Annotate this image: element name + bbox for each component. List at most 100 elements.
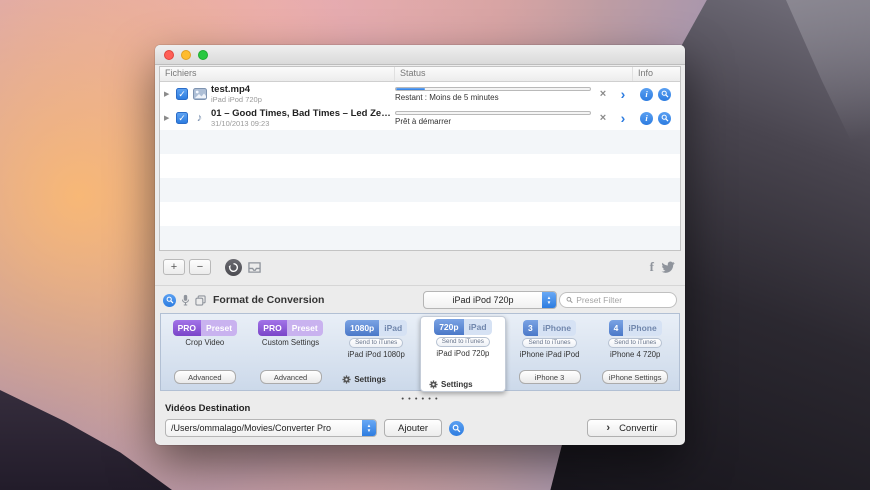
add-file-button[interactable]: + — [163, 259, 185, 275]
disclosure-triangle-icon[interactable]: ▶ — [164, 90, 172, 98]
column-header-fichiers[interactable]: Fichiers — [160, 67, 395, 81]
close-window-button[interactable] — [164, 49, 174, 60]
progress-bar — [395, 110, 591, 115]
file-meta: test.mp4 iPad iPod 720p — [211, 84, 262, 104]
preset-strip: PRO Preset Crop Video Advanced PRO Prese… — [160, 313, 680, 392]
file-meta: 01 – Good Times, Bad Times – Led Zeppeli… — [211, 108, 395, 128]
row-checkbox[interactable]: ✓ — [176, 112, 188, 124]
layers-icon[interactable] — [195, 294, 206, 306]
format-section-header: Format de Conversion — [163, 291, 324, 309]
advanced-button[interactable]: Advanced — [259, 370, 322, 384]
preview-search-button[interactable] — [658, 111, 671, 125]
preset-label: iPhone iPad iPod — [519, 350, 580, 359]
preset-badge: 720p iPad — [434, 319, 492, 335]
mic-icon[interactable] — [181, 294, 190, 306]
iphone-3-button[interactable]: iPhone 3 — [518, 370, 581, 384]
settings-button[interactable]: Settings — [422, 380, 473, 389]
preset-filter-input[interactable] — [576, 295, 670, 305]
file-row[interactable]: ▶ ✓ ♪ 01 – Good Times, Bad Times – Led Z… — [160, 106, 680, 130]
desktop-background: Fichiers Status Info ▶ ✓ test.mp4 iPad i… — [0, 0, 870, 490]
remove-file-button[interactable]: − — [189, 259, 211, 275]
minimize-window-button[interactable] — [181, 49, 191, 60]
gear-icon — [342, 375, 351, 384]
preset-card-iphone-4[interactable]: 4 iPhone Send to iTunes iPhone 4 720p iP… — [593, 318, 677, 386]
magnifier-icon — [661, 90, 668, 98]
zoom-window-button[interactable] — [198, 49, 208, 60]
empty-row — [160, 154, 680, 178]
file-subtitle: iPad iPod 720p — [211, 95, 262, 104]
magnifier-icon — [452, 424, 461, 432]
file-cell: ▶ ✓ ♪ 01 – Good Times, Bad Times – Led Z… — [160, 108, 395, 128]
column-header-status[interactable]: Status — [395, 67, 633, 81]
archive-tray-button[interactable] — [246, 259, 263, 276]
preset-dropdown[interactable]: iPad iPod 720p ▲ ▼ — [423, 291, 557, 309]
destination-path-dropdown[interactable]: /Users/ommalago/Movies/Converter Pro ▲ ▼ — [165, 419, 377, 437]
file-row[interactable]: ▶ ✓ test.mp4 iPad iPod 720p Restant: Mo… — [160, 82, 680, 106]
preset-label: iPad iPod 720p — [436, 349, 490, 358]
preset-label: iPhone 4 720p — [610, 350, 661, 359]
reveal-destination-button[interactable] — [449, 420, 465, 436]
file-cell: ▶ ✓ test.mp4 iPad iPod 720p — [160, 84, 395, 104]
dropdown-stepper-icon[interactable]: ▲ ▼ — [362, 420, 376, 436]
file-table: Fichiers Status Info ▶ ✓ test.mp4 iPad i… — [159, 66, 681, 251]
preset-filter-field[interactable] — [559, 292, 677, 308]
empty-row — [160, 130, 680, 154]
row-checkbox[interactable]: ✓ — [176, 88, 188, 100]
empty-row — [160, 202, 680, 226]
settings-button[interactable]: Settings — [335, 375, 386, 384]
refresh-icon — [228, 262, 239, 272]
cancel-conversion-button[interactable]: × — [596, 112, 610, 124]
send-to-itunes-button[interactable]: Send to iTunes — [608, 338, 663, 348]
send-to-itunes-button[interactable]: Send to iTunes — [522, 338, 577, 348]
progress-fill — [396, 87, 426, 90]
file-name: 01 – Good Times, Bad Times – Led Zeppeli… — [211, 108, 395, 119]
search-icon — [566, 296, 573, 304]
bottom-bar: /Users/ommalago/Movies/Converter Pro ▲ ▼ … — [165, 418, 677, 438]
preset-card-ipad-720p-selected[interactable]: 720p iPad Send to iTunes iPad iPod 720p … — [420, 316, 506, 392]
format-section-title: Format de Conversion — [213, 294, 325, 306]
preset-label: Custom Settings — [261, 338, 320, 347]
info-button[interactable]: i — [640, 111, 653, 125]
advanced-button[interactable]: Advanced — [173, 370, 236, 384]
preset-badge: 1080p iPad — [345, 320, 408, 336]
send-to-itunes-button[interactable]: Send to iTunes — [435, 337, 490, 347]
preset-badge: PRO Preset — [258, 320, 323, 336]
dropdown-stepper-icon[interactable]: ▲ ▼ — [542, 292, 556, 308]
start-conversion-button[interactable]: › — [615, 87, 631, 101]
preset-card-iphone-3[interactable]: 3 iPhone Send to iTunes iPhone iPad iPod… — [508, 318, 592, 386]
progress-wrap: Restant : Moins de 5 minutes — [395, 86, 591, 102]
file-name: test.mp4 — [211, 84, 251, 95]
twitter-icon[interactable] — [661, 261, 675, 273]
destination-path-value: /Users/ommalago/Movies/Converter Pro — [171, 423, 332, 433]
window-titlebar[interactable] — [155, 45, 685, 65]
preset-pagination-dots[interactable]: • • • • • • — [155, 394, 685, 403]
info-button[interactable]: i — [640, 87, 653, 101]
section-separator — [155, 285, 685, 286]
convert-button[interactable]: › Convertir — [587, 419, 677, 437]
chevron-right-icon: › — [606, 422, 611, 434]
preview-search-button[interactable] — [658, 87, 671, 101]
convert-queue-button[interactable] — [225, 258, 242, 276]
column-header-info[interactable]: Info — [633, 67, 680, 81]
gear-icon — [429, 380, 438, 389]
info-cell: i — [633, 87, 680, 101]
cancel-conversion-button[interactable]: × — [596, 88, 610, 100]
send-to-itunes-button[interactable]: Send to iTunes — [349, 338, 404, 348]
preset-search-button[interactable] — [163, 293, 176, 307]
preset-card-ipad-1080p[interactable]: 1080p iPad Send to iTunes iPad iPod 1080… — [334, 318, 418, 386]
preset-card-crop-video[interactable]: PRO Preset Crop Video Advanced — [163, 318, 247, 386]
info-cell: i — [633, 111, 680, 125]
add-destination-button[interactable]: Ajouter — [384, 419, 443, 437]
tray-icon — [248, 261, 261, 273]
start-conversion-button[interactable]: › — [615, 111, 631, 125]
preset-badge: 3 iPhone — [522, 320, 577, 336]
destination-label: Vidéos Destination — [165, 403, 251, 414]
facebook-icon[interactable]: f — [647, 259, 657, 275]
convert-button-label: Convertir — [619, 422, 658, 434]
video-file-icon — [192, 87, 207, 102]
list-toolbar: + − f — [163, 258, 675, 276]
disclosure-triangle-icon[interactable]: ▶ — [164, 114, 172, 122]
preset-card-custom-settings[interactable]: PRO Preset Custom Settings Advanced — [249, 318, 333, 386]
preset-badge: PRO Preset — [172, 320, 238, 336]
iphone-settings-button[interactable]: iPhone Settings — [601, 370, 669, 384]
